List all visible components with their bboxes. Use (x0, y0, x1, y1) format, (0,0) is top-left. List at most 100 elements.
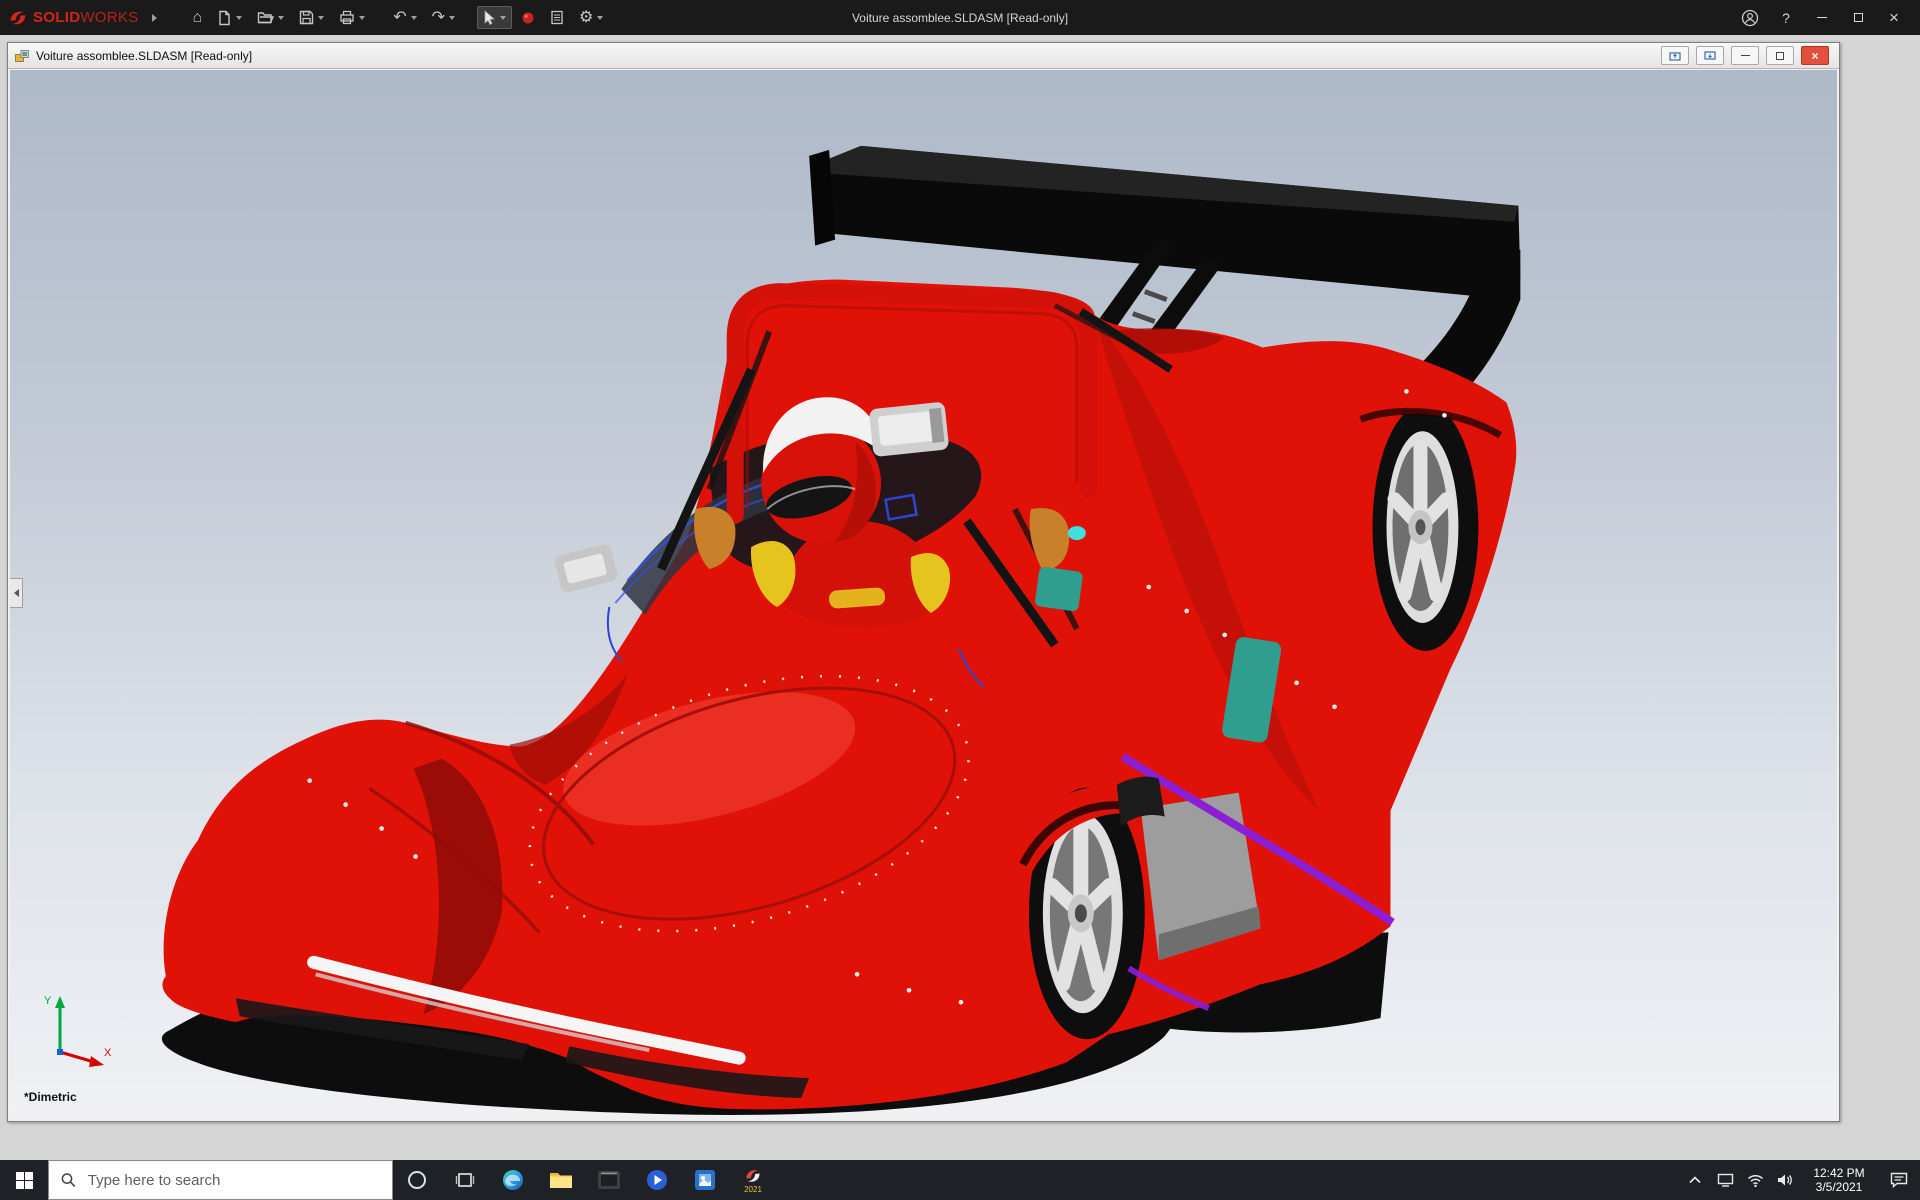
taskbar-clock[interactable]: 12:42 PM 3/5/2021 (1800, 1166, 1878, 1194)
printer-icon (339, 10, 355, 25)
brand-expand-chevron-icon[interactable] (152, 14, 157, 22)
document-window-controls: × (1661, 46, 1833, 65)
app-window-button[interactable] (585, 1160, 633, 1200)
ds-logo-icon (8, 8, 28, 28)
maximize-button[interactable] (1840, 4, 1876, 32)
undo-button[interactable]: ↶ (387, 6, 422, 30)
wifi-tray-button[interactable] (1740, 1160, 1770, 1200)
dropdown-caret[interactable] (411, 16, 417, 20)
new-document-icon (217, 10, 232, 26)
minimize-icon (1817, 17, 1827, 18)
search-icon (61, 1172, 76, 1188)
gear-icon: ⚙ (579, 10, 593, 26)
graphics-viewport[interactable]: Y X *Dimetric (10, 70, 1837, 1116)
app-titlebar: SOLIDWORKS ⌂ ↶ ↷ ⚙ Voiture assomblee. (0, 0, 1920, 35)
undo-icon: ↶ (393, 10, 406, 26)
network-tray-button[interactable] (1710, 1160, 1740, 1200)
touch-mode-button[interactable] (515, 7, 541, 29)
triad-y-label: Y (44, 995, 52, 1007)
triad-z-origin-icon (57, 1049, 63, 1055)
save-button[interactable] (293, 6, 330, 29)
document-title: Voiture assomblee.SLDASM [Read-only] (36, 49, 252, 63)
mdi-client-area: Voiture assomblee.SLDASM [Read-only] × (0, 35, 1920, 1160)
select-cursor-icon (483, 10, 496, 25)
brand-text-bold: SOLID (33, 9, 80, 26)
home-button[interactable]: ⌂ (187, 6, 209, 30)
media-app-button[interactable] (633, 1160, 681, 1200)
sheet-button[interactable] (544, 6, 570, 29)
triad-x-arrow-icon (89, 1056, 104, 1067)
new-document-button[interactable] (211, 6, 248, 30)
quick-access-toolbar: ⌂ ↶ ↷ ⚙ (187, 6, 610, 30)
clock-time: 12:42 PM (1800, 1166, 1878, 1180)
start-button[interactable] (0, 1160, 48, 1200)
task-view-button[interactable] (441, 1160, 489, 1200)
dropdown-caret[interactable] (500, 16, 506, 20)
solidworks-version-badge: 2021 (744, 1186, 762, 1194)
file-explorer-icon (549, 1170, 573, 1190)
save-icon (299, 10, 314, 25)
redo-button[interactable]: ↷ (426, 6, 461, 30)
maximize-icon (1854, 13, 1863, 22)
child-maximize-icon (1776, 52, 1784, 60)
wifi-icon (1747, 1174, 1764, 1187)
edge-icon (501, 1168, 525, 1192)
assembly-icon (14, 48, 30, 64)
media-app-icon (645, 1168, 669, 1192)
window-float-icon (1669, 51, 1681, 61)
select-tool-button[interactable] (477, 6, 512, 29)
settings-button[interactable]: ⚙ (573, 6, 609, 30)
app-window-icon (597, 1170, 621, 1190)
home-icon: ⌂ (193, 10, 203, 26)
volume-tray-button[interactable] (1770, 1160, 1800, 1200)
child-window-float-button[interactable] (1661, 46, 1689, 65)
child-window-dock-button[interactable] (1696, 46, 1724, 65)
solidworks-app-button[interactable]: 2021 (729, 1160, 777, 1200)
cortana-button[interactable] (393, 1160, 441, 1200)
volume-icon (1777, 1173, 1793, 1187)
document-window: Voiture assomblee.SLDASM [Read-only] × (7, 42, 1840, 1122)
orientation-triad[interactable]: Y X (34, 988, 118, 1072)
child-close-button[interactable]: × (1801, 46, 1829, 65)
dropdown-caret[interactable] (236, 16, 242, 20)
document-titlebar[interactable]: Voiture assomblee.SLDASM [Read-only] × (8, 43, 1839, 69)
windows-logo-icon (16, 1172, 33, 1189)
dropdown-caret[interactable] (359, 16, 365, 20)
child-minimize-button[interactable] (1731, 46, 1759, 65)
photos-app-icon (694, 1169, 716, 1191)
app-window-controls: ? × (1732, 4, 1912, 32)
photos-app-button[interactable] (681, 1160, 729, 1200)
clock-date: 3/5/2021 (1800, 1180, 1878, 1194)
redo-icon: ↷ (432, 10, 445, 26)
print-button[interactable] (333, 6, 371, 29)
help-button[interactable]: ? (1768, 4, 1804, 32)
close-button[interactable]: × (1876, 4, 1912, 32)
sheet-icon (550, 10, 564, 25)
panel-collapse-tab[interactable] (10, 578, 23, 608)
dropdown-caret[interactable] (597, 16, 603, 20)
dropdown-caret[interactable] (449, 16, 455, 20)
search-input[interactable] (86, 1171, 380, 1190)
taskbar-search[interactable] (48, 1160, 393, 1200)
open-button[interactable] (251, 6, 290, 29)
dropdown-caret[interactable] (278, 16, 284, 20)
account-button[interactable] (1732, 4, 1768, 32)
minimize-button[interactable] (1804, 4, 1840, 32)
close-icon: × (1889, 8, 1899, 28)
dropdown-caret[interactable] (318, 16, 324, 20)
open-folder-icon (257, 10, 274, 25)
child-maximize-button[interactable] (1766, 46, 1794, 65)
action-center-button[interactable] (1878, 1160, 1920, 1200)
touch-mode-icon (521, 11, 535, 25)
help-icon: ? (1782, 10, 1790, 26)
brand-text-light: WORKS (80, 9, 138, 26)
file-explorer-button[interactable] (537, 1160, 585, 1200)
network-icon (1717, 1173, 1734, 1187)
tray-overflow-button[interactable] (1680, 1160, 1710, 1200)
car-3d-model (10, 70, 1837, 1116)
chevron-up-icon (1689, 1176, 1701, 1184)
window-dock-icon (1704, 51, 1716, 61)
collapse-left-icon (14, 589, 19, 597)
edge-button[interactable] (489, 1160, 537, 1200)
account-icon (1741, 9, 1759, 27)
